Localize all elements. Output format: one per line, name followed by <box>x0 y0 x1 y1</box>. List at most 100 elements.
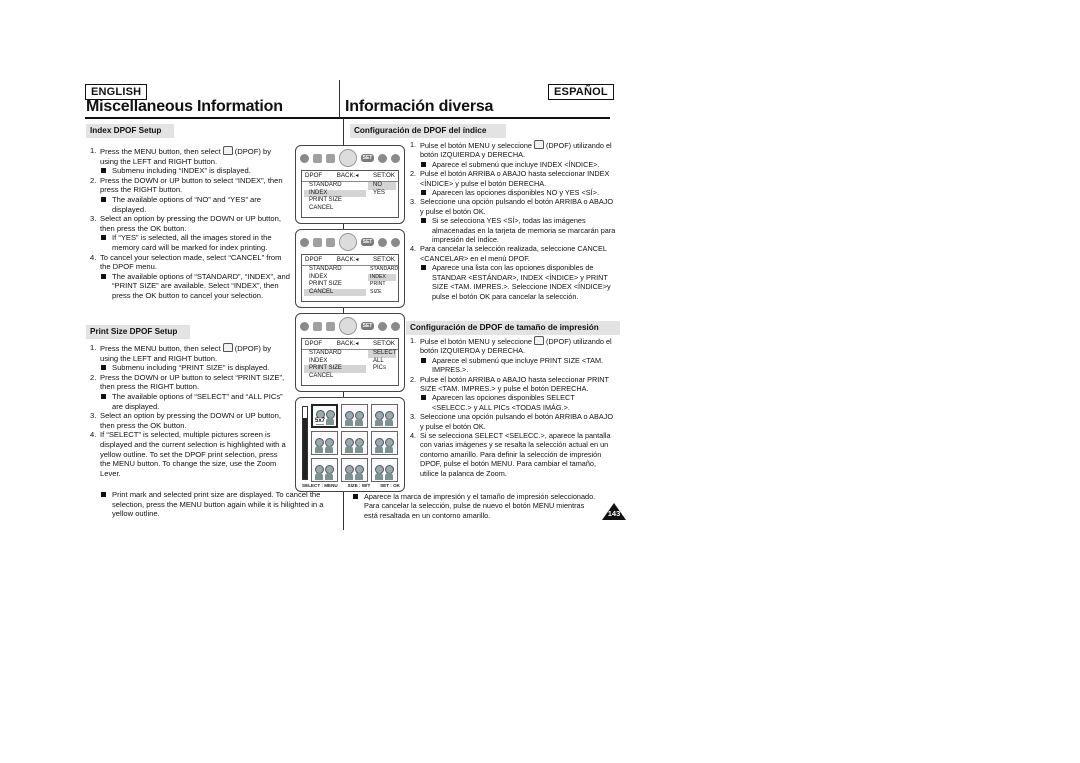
bullet-icon <box>421 357 426 363</box>
menu-option[interactable]: INDEX <box>304 189 366 198</box>
menu-option[interactable]: ALL PICs <box>368 358 396 373</box>
thumbnail[interactable] <box>311 431 338 455</box>
step-item: 3. Seleccione una opción pulsando el botó… <box>410 197 614 216</box>
step-item: 4. Si se selecciona SELECT <SELECC.>, apa… <box>410 431 611 478</box>
person-figure-icon <box>375 411 384 426</box>
bullet-icon <box>421 161 426 167</box>
language-label-spanish: ESPAÑOL <box>548 84 614 100</box>
settings-icon: SET <box>361 322 374 330</box>
dpof-print-icon <box>222 146 233 155</box>
menu-option[interactable]: SELECT <box>368 350 396 358</box>
multi-picture-footer: SELECT : MENU SIZE : W/T SET : OK <box>302 483 400 488</box>
person-figure-icon <box>385 438 394 453</box>
menu-option[interactable]: NO <box>368 182 396 190</box>
screen-cancel-menu: SET DPOF BACK:◂ SET:OK STANDARD INDEX PRINT … <box>295 229 405 308</box>
dpof-menu: DPOF BACK:◂ SET:OK STANDARD INDEX PRINT SIZE… <box>301 254 399 302</box>
step-item: 3. Seleccione una opción pulsando el botó… <box>410 412 614 431</box>
section-heading-tamano-impresion: Configuración de DPOF de tamaño de impre… <box>406 321 620 335</box>
menu-option[interactable]: CANCEL <box>304 205 366 213</box>
thumbnail[interactable] <box>341 431 368 455</box>
menu-option[interactable]: INDEX <box>368 273 396 282</box>
settings-icon: SET <box>361 238 374 246</box>
menu-option[interactable]: STANDARD <box>304 182 366 190</box>
thumbnail[interactable] <box>341 458 368 482</box>
person-figure-icon <box>345 411 354 426</box>
thumbnail[interactable] <box>371 404 398 428</box>
screen-index-menu: SET DPOF BACK:◂ SET:OK STANDARD INDEX PRINT … <box>295 145 405 224</box>
step-note: The available options of “SELECT” and “A… <box>86 392 290 411</box>
thumbnail[interactable] <box>311 458 338 482</box>
menu-option[interactable]: PRINT SIZE <box>368 281 396 296</box>
step-note: The available options of “STANDARD”, “IN… <box>86 272 290 301</box>
person-figure-icon <box>345 465 354 480</box>
person-figure-icon <box>355 411 364 426</box>
dpof-print-icon <box>339 317 357 335</box>
page-title-english: Miscellaneous Information <box>86 98 283 115</box>
bullet-icon <box>101 196 106 202</box>
bullet-icon <box>101 393 106 399</box>
spanish-index-steps: 1. Pulse el botón MENU y seleccione (DPOF)… <box>406 140 616 301</box>
menu-option[interactable]: YES <box>368 190 396 198</box>
camera-mode-icon <box>300 321 309 331</box>
spanish-print-size-final-note: Aparece la marca de impresión y el tamañ… <box>338 492 600 520</box>
thumbnail[interactable]: 5x7 <box>311 404 338 428</box>
menu-options-right: NO YES <box>368 182 396 197</box>
person-figure-icon <box>385 411 394 426</box>
menu-option[interactable]: CANCEL <box>304 373 366 381</box>
dpof-print-icon <box>339 233 357 251</box>
person-figure-icon <box>315 465 324 480</box>
thumbnail[interactable] <box>371 458 398 482</box>
bullet-icon <box>101 492 106 497</box>
thumbnail[interactable] <box>371 431 398 455</box>
settings-icon: SET <box>361 154 374 162</box>
slideshow-icon <box>313 153 322 163</box>
menu-option[interactable]: STANDARD <box>304 350 366 358</box>
step-item: 1. Press the MENU button, then select (DPO… <box>90 146 272 166</box>
step-item: 1. Pulse el botón MENU y seleccione (DPOF)… <box>410 336 612 356</box>
menu-option[interactable]: STANDARD <box>304 266 366 274</box>
protect-icon <box>326 321 335 331</box>
delete-icon <box>391 321 400 331</box>
person-figure-icon <box>355 465 364 480</box>
bullet-icon <box>353 494 358 499</box>
english-print-size-final-note: Print mark and selected print size are d… <box>86 490 342 519</box>
footer-size-hint: SIZE : W/T <box>347 483 371 488</box>
screen-multi-picture: 5x7 SELECT : MENU SIZE : W/T SET : OK <box>295 397 405 492</box>
thumbnail[interactable] <box>341 404 368 428</box>
dpof-print-icon <box>533 336 544 345</box>
step-item: 2. Press the DOWN or UP button to select … <box>90 175 283 195</box>
print-size-mark: 5x7 <box>315 418 326 424</box>
step-item: 2. Press the DOWN or UP button to select … <box>90 372 285 392</box>
menu-option[interactable]: STANDARD <box>368 266 398 274</box>
menu-options-left: STANDARD INDEX PRINT SIZE CANCEL <box>304 350 366 380</box>
section-heading-index-dpof: Index DPOF Setup <box>86 124 174 138</box>
page-number-badge: 143 <box>602 503 626 520</box>
menu-option[interactable]: CANCEL <box>304 288 366 297</box>
menu-option[interactable]: PRINT SIZE <box>304 197 366 205</box>
menu-option[interactable]: INDEX <box>304 274 366 282</box>
copy-icon <box>378 237 387 247</box>
english-index-steps: 1. Press the MENU button, then select (DPO… <box>86 146 290 301</box>
header-divider <box>339 80 340 118</box>
step-note: Submenu including “PRINT SIZE” is displa… <box>86 363 290 373</box>
footer-select-hint: SELECT : MENU <box>302 483 338 488</box>
header-rule <box>85 117 610 119</box>
step-note: Print mark and selected print size are d… <box>86 490 342 519</box>
step-note: Aparecen las opciones disponibles NO y Y… <box>406 188 616 197</box>
person-figure-icon <box>385 465 394 480</box>
menu-option[interactable]: INDEX <box>304 358 366 366</box>
menu-option[interactable]: PRINT SIZE <box>304 281 366 289</box>
bullet-icon <box>421 395 426 401</box>
dpof-print-icon <box>222 343 233 352</box>
menu-options-left: STANDARD INDEX PRINT SIZE CANCEL <box>304 266 366 297</box>
camera-mode-icon <box>300 237 309 247</box>
menu-option[interactable]: PRINT SIZE <box>304 365 366 373</box>
slideshow-icon <box>313 321 322 331</box>
step-item: 4. Para cancelar la selección realizada, … <box>410 244 607 263</box>
bullet-icon <box>421 218 426 224</box>
step-note: The available options of “NO” and “YES” … <box>86 195 290 214</box>
person-figure-icon <box>355 438 364 453</box>
dpof-menu: DPOF BACK:◂ SET:OK STANDARD INDEX PRINT SIZE… <box>301 338 399 386</box>
person-figure-icon <box>375 465 384 480</box>
slideshow-icon <box>313 237 322 247</box>
